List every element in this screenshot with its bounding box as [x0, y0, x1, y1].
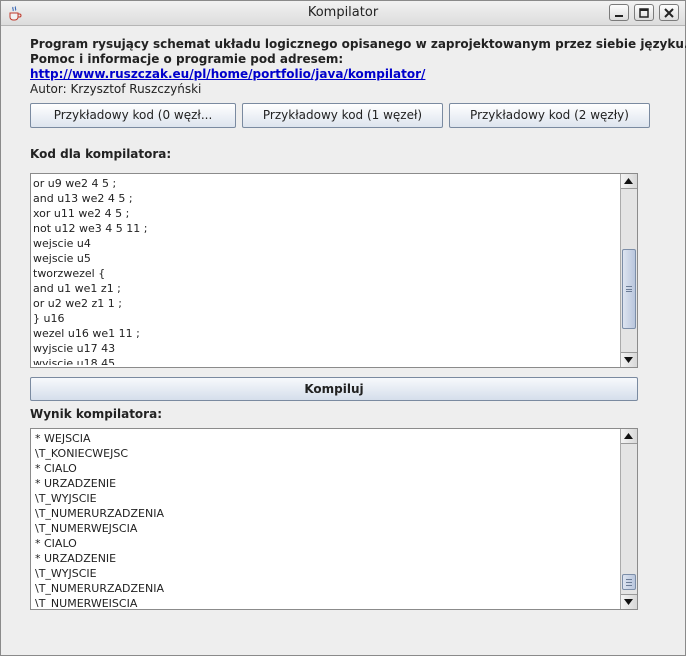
- code-scrollbar[interactable]: [620, 174, 637, 367]
- output-line: * URZADZENIE: [35, 552, 117, 565]
- window-title: Kompilator: [307, 5, 379, 20]
- code-label: Kod dla kompilatora:: [30, 147, 172, 161]
- minimize-icon: [615, 15, 623, 17]
- example-1-node-button[interactable]: Przykładowy kod (1 węzeł): [242, 103, 443, 128]
- code-line: and u13 we2 4 5 ;: [33, 192, 133, 205]
- output-line: * WEJSCIA: [35, 432, 91, 445]
- output-scroll-thumb[interactable]: [622, 573, 636, 590]
- code-scroll-up-button[interactable]: [621, 174, 637, 189]
- code-line: or u2 we2 z1 1 ;: [33, 297, 122, 310]
- output-line: * URZADZENIE: [35, 477, 117, 490]
- program-description: Program rysujący schemat układu logiczne…: [30, 37, 686, 51]
- title-bar[interactable]: Kompilator: [1, 1, 685, 26]
- code-scroll-down-button[interactable]: [621, 352, 637, 367]
- minimize-button[interactable]: [609, 4, 629, 21]
- output-textarea[interactable]: * WEJSCIA \T_KONIECWEJSC * CIALO * URZADZEN…: [30, 428, 638, 610]
- output-line: \T_NUMERURZADZENIA: [35, 582, 164, 595]
- code-textarea[interactable]: or u9 we2 4 5 ; and u13 we2 4 5 ; xor u11 …: [30, 173, 638, 368]
- arrow-down-icon: [624, 599, 633, 605]
- maximize-icon: [639, 8, 649, 18]
- maximize-button[interactable]: [634, 4, 654, 21]
- close-icon: [664, 8, 674, 18]
- output-line: \T_WYJSCIE: [35, 492, 97, 505]
- output-line: \T_NUMERURZADZENIA: [35, 507, 164, 520]
- arrow-down-icon: [624, 357, 633, 363]
- arrow-up-icon: [624, 433, 633, 439]
- output-lines: * WEJSCIA \T_KONIECWEJSC * CIALO * URZADZEN…: [35, 431, 619, 607]
- code-scroll-thumb[interactable]: [622, 248, 636, 329]
- close-button[interactable]: [659, 4, 679, 21]
- code-line: wyjscie u18 45: [33, 357, 116, 365]
- example-2-nodes-button[interactable]: Przykładowy kod (2 węzły): [449, 103, 650, 128]
- code-line: wejscie u5: [33, 252, 91, 265]
- output-line: \T_NUMERWEJSCIA: [35, 597, 138, 607]
- output-scrollbar[interactable]: [620, 429, 637, 609]
- code-line: } u16: [33, 312, 65, 325]
- code-line: wejscie u4: [33, 237, 91, 250]
- help-info-text: Pomoc i informacje o programie pod adres…: [30, 52, 344, 66]
- app-window: Kompilator Program rysujący schemat ukła…: [0, 0, 686, 656]
- example-0-nodes-button[interactable]: Przykładowy kod (0 węzł...: [30, 103, 236, 128]
- code-lines: or u9 we2 4 5 ; and u13 we2 4 5 ; xor u11 …: [33, 176, 619, 365]
- arrow-up-icon: [624, 178, 633, 184]
- author-text: Autor: Krzysztof Ruszczyński: [30, 82, 202, 96]
- output-line: * CIALO: [35, 462, 77, 475]
- code-line: tworzwezel {: [33, 267, 106, 280]
- code-line: wyjscie u17 43: [33, 342, 116, 355]
- output-scroll-down-button[interactable]: [621, 594, 637, 609]
- help-link[interactable]: http://www.ruszczak.eu/pl/home/portfolio…: [30, 67, 425, 81]
- compile-button[interactable]: Kompiluj: [30, 377, 638, 401]
- output-line: \T_WYJSCIE: [35, 567, 97, 580]
- code-line: not u12 we3 4 5 11 ;: [33, 222, 148, 235]
- output-line: \T_KONIECWEJSC: [35, 447, 129, 460]
- output-label: Wynik kompilatora:: [30, 407, 162, 421]
- code-line: xor u11 we2 4 5 ;: [33, 207, 130, 220]
- output-scroll-up-button[interactable]: [621, 429, 637, 444]
- output-line: \T_NUMERWEJSCIA: [35, 522, 138, 535]
- output-line: * CIALO: [35, 537, 77, 550]
- code-line: or u9 we2 4 5 ;: [33, 177, 117, 190]
- code-line: wezel u16 we1 11 ;: [33, 327, 140, 340]
- code-line: and u1 we1 z1 ;: [33, 282, 121, 295]
